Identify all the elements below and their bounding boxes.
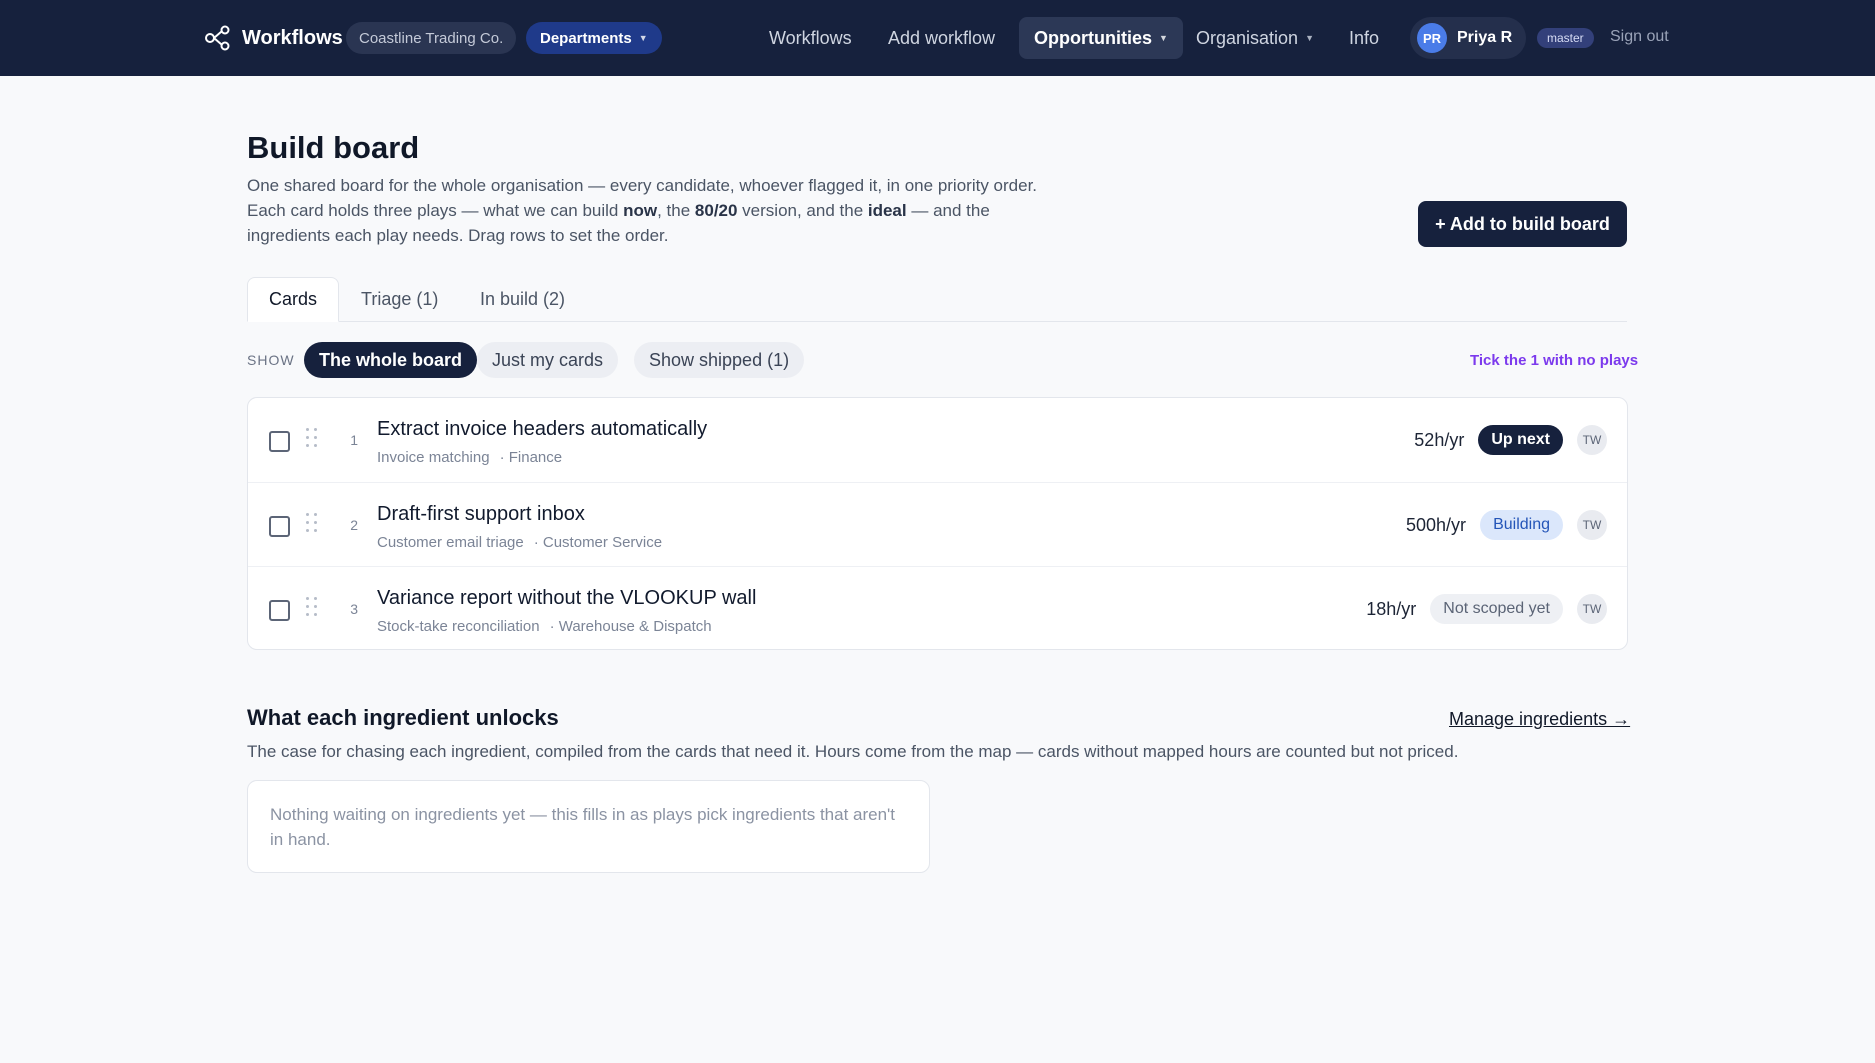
- status-badge: Not scoped yet: [1430, 594, 1563, 624]
- card-workflow: Stock-take reconciliation: [377, 618, 540, 635]
- filter-show-shipped[interactable]: Show shipped (1): [634, 342, 805, 378]
- tab-in-build[interactable]: In build (2): [459, 277, 586, 322]
- workflow-logo-icon: [205, 25, 230, 51]
- page-description: One shared board for the whole organisat…: [247, 173, 1097, 248]
- user-name: Priya R: [1457, 29, 1513, 46]
- card-meta: Customer email triage · Customer Service: [377, 534, 662, 551]
- card-workflow: Customer email triage: [377, 534, 524, 551]
- card-hours: 500h/yr: [1406, 514, 1467, 535]
- branch-badge: master: [1537, 28, 1594, 48]
- nav-organisation[interactable]: Organisation ▼: [1181, 17, 1329, 59]
- card-row[interactable]: 3 Variance report without the VLOOKUP wa…: [248, 566, 1627, 649]
- nav-label: Workflows: [769, 27, 852, 48]
- card-summary: 52h/yr Up next TW: [1414, 424, 1607, 456]
- card-department: · Customer Service: [533, 534, 663, 551]
- card-list: 1 Extract invoice headers automatically …: [247, 397, 1628, 650]
- avatar: PR: [1417, 23, 1447, 53]
- row-number: 3: [350, 601, 358, 617]
- nav-label: Organisation: [1196, 27, 1299, 48]
- card-title[interactable]: Variance report without the VLOOKUP wall: [377, 587, 756, 610]
- card-department: · Warehouse & Dispatch: [549, 618, 712, 635]
- card-workflow: Invoice matching: [377, 449, 490, 466]
- card-title[interactable]: Draft-first support inbox: [377, 503, 585, 526]
- top-navbar: Workflows Coastline Trading Co. Departme…: [0, 0, 1875, 76]
- org-switcher[interactable]: Coastline Trading Co.: [346, 22, 517, 54]
- add-to-build-board-button[interactable]: + Add to build board: [1418, 201, 1627, 247]
- brand-link[interactable]: Workflows: [204, 24, 343, 52]
- owner-avatar: TW: [1577, 510, 1607, 540]
- ingredients-empty-state: Nothing waiting on ingredients yet — thi…: [247, 780, 930, 873]
- nav-info[interactable]: Info: [1334, 17, 1394, 59]
- card-summary: 500h/yr Building TW: [1406, 509, 1607, 541]
- departments-dropdown[interactable]: Departments ▼: [526, 22, 662, 54]
- nav-add-workflow[interactable]: Add workflow: [873, 17, 1010, 59]
- filter-my-cards[interactable]: Just my cards: [477, 342, 619, 378]
- card-row[interactable]: 1 Extract invoice headers automatically …: [248, 398, 1627, 482]
- row-number: 1: [350, 432, 358, 448]
- caret-down-icon: ▼: [1305, 33, 1314, 43]
- filter-whole-board[interactable]: The whole board: [304, 342, 478, 378]
- caret-down-icon: ▼: [638, 33, 648, 43]
- tab-cards[interactable]: Cards: [247, 277, 340, 322]
- card-hours: 18h/yr: [1366, 598, 1417, 619]
- card-row[interactable]: 2 Draft-first support inbox Customer ema…: [248, 482, 1627, 566]
- tick-no-plays-link[interactable]: Tick the 1 with no plays: [1470, 352, 1638, 369]
- tab-triage[interactable]: Triage (1): [340, 277, 459, 322]
- ingredients-description: The case for chasing each ingredient, co…: [247, 742, 1459, 761]
- brand-name: Workflows: [242, 26, 343, 49]
- nav-label: Opportunities: [1034, 27, 1152, 48]
- nav-workflows[interactable]: Workflows: [754, 17, 867, 59]
- manage-ingredients-link[interactable]: Manage ingredients →: [1449, 709, 1630, 730]
- nav-label: Info: [1349, 27, 1380, 48]
- status-badge: Building: [1480, 510, 1563, 540]
- departments-label: Departments: [540, 29, 632, 47]
- card-department: · Finance: [499, 449, 563, 466]
- owner-avatar: TW: [1577, 594, 1607, 624]
- description-line: ingredients each play needs. Drag rows t…: [247, 226, 669, 245]
- description-line: One shared board for the whole organisat…: [247, 176, 1038, 195]
- status-badge: Up next: [1478, 425, 1563, 455]
- caret-down-icon: ▼: [1159, 33, 1168, 43]
- card-meta: Stock-take reconciliation · Warehouse & D…: [377, 618, 712, 635]
- show-filter-label: SHOW: [247, 352, 295, 368]
- sign-out-link[interactable]: Sign out: [1610, 28, 1669, 46]
- card-hours: 52h/yr: [1414, 429, 1465, 450]
- user-menu[interactable]: PR Priya R: [1410, 17, 1527, 59]
- card-summary: 18h/yr Not scoped yet TW: [1366, 593, 1607, 625]
- ingredients-title: What each ingredient unlocks: [247, 705, 559, 730]
- card-title[interactable]: Extract invoice headers automatically: [377, 418, 707, 441]
- nav-opportunities[interactable]: Opportunities ▼: [1019, 17, 1183, 59]
- page-title: Build board: [247, 130, 420, 165]
- card-meta: Invoice matching · Finance: [377, 449, 562, 466]
- description-line: Each card holds three plays — what we ca…: [247, 201, 990, 220]
- row-number: 2: [350, 517, 358, 533]
- nav-label: Add workflow: [888, 27, 996, 48]
- owner-avatar: TW: [1577, 425, 1607, 455]
